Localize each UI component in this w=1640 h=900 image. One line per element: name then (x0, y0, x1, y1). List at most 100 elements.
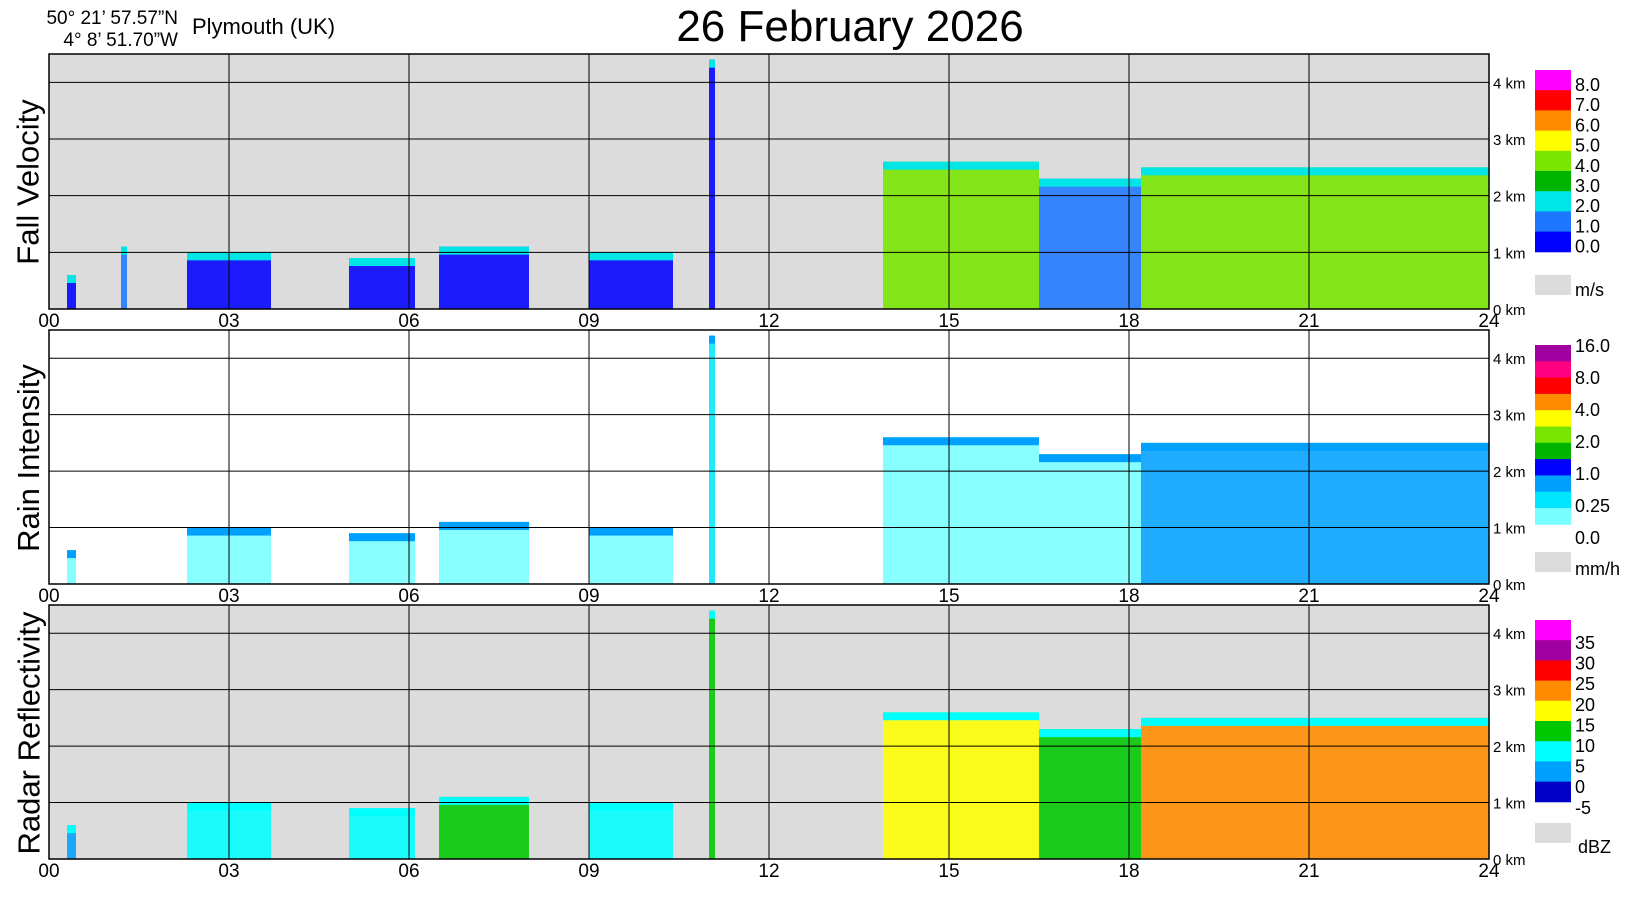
colorbar-label: 0.25 (1575, 496, 1610, 516)
colorbar-swatch (1535, 150, 1571, 172)
x-tick-label: 03 (218, 861, 239, 882)
colorbar-swatch (1535, 361, 1571, 379)
height-tick-label: 4 km (1493, 626, 1526, 643)
height-tick-label: 2 km (1493, 189, 1526, 206)
precip-event-edge-1-10 (1141, 167, 1489, 176)
precip-event-edge-1-7 (709, 59, 715, 68)
height-tick-label: 1 km (1493, 796, 1526, 813)
x-tick-label: 15 (938, 311, 959, 332)
precip-event-edge-2-7 (883, 437, 1039, 446)
colorbar-label: 5.0 (1575, 136, 1600, 156)
colorbar-swatch (1535, 721, 1571, 742)
colorbar-unit-label: m/s (1575, 280, 1604, 300)
colorbar-swatch (1535, 231, 1571, 253)
precip-event-1-2 (121, 246, 127, 309)
colorbar-swatch (1535, 171, 1571, 192)
colorbar-label: 8.0 (1575, 75, 1600, 95)
precip-event-2-6 (709, 335, 715, 584)
precip-event-3-4 (439, 796, 529, 859)
x-tick-label: 18 (1118, 586, 1139, 607)
height-tick-label: 0 km (1493, 852, 1526, 869)
x-tick-label: 15 (938, 861, 959, 882)
height-tick-label: 2 km (1493, 739, 1526, 756)
precip-event-1-9 (1039, 178, 1141, 309)
precip-event-edge-2-9 (1141, 442, 1489, 451)
colorbar-label: 0.0 (1575, 237, 1600, 257)
colorbar-swatch (1535, 680, 1571, 702)
precip-event-1-6 (589, 252, 673, 309)
precip-event-1-5 (439, 246, 529, 309)
x-tick-label: 00 (38, 861, 59, 882)
colorbar-label: 7.0 (1575, 95, 1600, 115)
height-tick-label: 3 km (1493, 683, 1526, 700)
precip-event-edge-3-7 (883, 712, 1039, 721)
height-tick-label: 1 km (1493, 521, 1526, 538)
colorbar-label: 15 (1575, 715, 1595, 735)
precip-event-edge-2-3 (349, 533, 415, 542)
height-tick-label: 1 km (1493, 245, 1526, 262)
colorbar-swatch (1535, 70, 1571, 91)
radar-plot-canvas: 00 03 06 09 12 15 18 21 240 km1 km2 km3 km4 km 8.… (38, 53, 1620, 882)
colorbar-label: 0.0 (1575, 528, 1600, 548)
colorbar-nodata-swatch (1535, 552, 1571, 572)
precip-event-1-10 (1141, 167, 1489, 309)
precip-event-edge-1-5 (439, 246, 529, 255)
height-tick-label: 3 km (1493, 408, 1526, 425)
precip-event-edge-2-5 (589, 527, 673, 536)
height-tick-label: 0 km (1493, 302, 1526, 319)
precip-event-edge-2-6 (709, 335, 715, 344)
colorbar-swatch (1535, 700, 1571, 722)
precip-event-3-8 (1039, 729, 1141, 859)
colorbar-swatch (1535, 761, 1571, 783)
precip-event-edge-1-8 (883, 161, 1039, 170)
colorbar-swatch (1535, 459, 1571, 476)
precip-event-2-4 (439, 521, 529, 584)
precip-event-edge-3-6 (709, 610, 715, 619)
x-tick-label: 03 (218, 311, 239, 332)
x-tick-label: 12 (758, 311, 779, 332)
precip-event-edge-3-9 (1141, 717, 1489, 726)
x-tick-label: 18 (1118, 311, 1139, 332)
precip-event-3-5 (589, 802, 673, 859)
colorbar-swatch (1535, 640, 1571, 661)
colorbar-label: 3.0 (1575, 176, 1600, 196)
height-tick-label: 4 km (1493, 75, 1526, 92)
precip-event-edge-3-8 (1039, 729, 1141, 738)
colorbar-swatch (1535, 345, 1571, 362)
colorbar-nodata-swatch (1535, 275, 1571, 295)
colorbar-label: 35 (1575, 633, 1595, 653)
precip-event-edge-1-1 (67, 275, 76, 283)
colorbar-swatch (1535, 191, 1571, 212)
colorbar-swatch (1535, 475, 1571, 493)
height-tick-label: 4 km (1493, 351, 1526, 368)
precip-event-2-7 (883, 437, 1039, 584)
precip-event-1-7 (709, 59, 715, 309)
precip-event-1-8 (883, 161, 1039, 309)
colorbar-swatch (1535, 426, 1571, 444)
colorbar-label: 30 (1575, 654, 1595, 674)
colorbar-label: 5 (1575, 757, 1585, 777)
colorbar-swatch (1535, 377, 1571, 395)
x-tick-label: 03 (218, 586, 239, 607)
colorbar-label: 1.0 (1575, 464, 1600, 484)
x-tick-label: 00 (38, 586, 59, 607)
colorbar-nodata-swatch (1535, 823, 1571, 843)
colorbar-label: 6.0 (1575, 115, 1600, 135)
colorbar-unit-label: dBZ (1578, 837, 1611, 857)
precip-event-3-7 (883, 712, 1039, 859)
x-tick-label: 21 (1298, 586, 1319, 607)
x-tick-label: 09 (578, 861, 599, 882)
colorbar-swatch (1535, 508, 1571, 525)
colorbar-swatch (1535, 741, 1571, 762)
colorbar-swatch (1535, 410, 1571, 427)
x-tick-label: 12 (758, 586, 779, 607)
colorbar-unit-label: mm/h (1575, 559, 1620, 579)
colorbar-swatch (1535, 442, 1571, 460)
colorbar-swatch (1535, 781, 1571, 803)
colorbar-label: 25 (1575, 674, 1595, 694)
x-tick-label: 06 (398, 861, 419, 882)
precip-event-2-5 (589, 527, 673, 584)
colorbar-swatch (1535, 110, 1571, 132)
precip-event-edge-3-4 (439, 796, 529, 805)
colorbar-swatch (1535, 130, 1571, 152)
